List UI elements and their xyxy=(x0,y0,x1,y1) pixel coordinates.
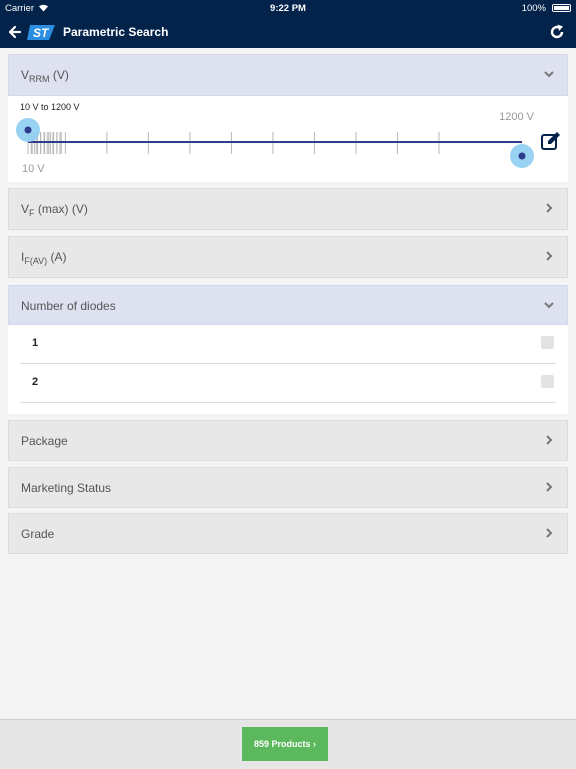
chevron-right-icon xyxy=(546,203,553,213)
nav-bar: ST Parametric Search xyxy=(0,17,576,48)
chevron-right-icon xyxy=(546,482,553,492)
vrrm-slider-panel: 10 V to 1200 V 1200 V 10 V xyxy=(8,96,568,182)
products-button-label: 859 Products xyxy=(253,739,311,749)
refresh-icon[interactable] xyxy=(548,23,566,41)
page-title: Parametric Search xyxy=(63,25,169,39)
slider-handle-low[interactable] xyxy=(16,118,40,142)
option-label: 1 xyxy=(32,337,39,349)
option-label: 2 xyxy=(32,376,39,388)
filter-package-header[interactable]: Package xyxy=(8,420,568,461)
chevron-right-icon xyxy=(546,251,553,261)
chevron-right-icon: › xyxy=(313,739,317,749)
clock: 9:22 PM xyxy=(270,3,306,14)
filter-ifav-header[interactable]: IF(AV) (A) xyxy=(8,236,568,278)
filter-grade-label: Grade xyxy=(21,527,55,541)
filter-vf-header[interactable]: VF (max) (V) xyxy=(8,188,568,230)
edit-icon[interactable] xyxy=(540,130,562,152)
chevron-right-icon xyxy=(546,528,553,538)
view-products-button[interactable]: 859 Products › xyxy=(242,727,328,761)
chevron-down-icon xyxy=(544,71,554,78)
vrrm-slider[interactable] xyxy=(8,96,538,182)
slider-handle-high[interactable] xyxy=(510,144,534,168)
st-logo-icon: ST xyxy=(27,25,55,40)
filter-package-label: Package xyxy=(21,434,68,448)
filter-diodes-label: Number of diodes xyxy=(21,299,116,313)
battery-icon xyxy=(552,4,571,12)
battery-percent: 100% xyxy=(521,3,546,14)
chevron-right-icon xyxy=(546,435,553,445)
filter-vrrm-header[interactable]: VRRM (V) xyxy=(8,54,568,96)
filter-ifav-label: IF(AV) (A) xyxy=(21,250,67,266)
filter-grade-header[interactable]: Grade xyxy=(8,513,568,554)
svg-text:ST: ST xyxy=(33,26,50,40)
back-arrow-icon[interactable] xyxy=(7,23,23,41)
diode-option-2[interactable]: 2 xyxy=(20,364,556,403)
filter-vrrm-label: VRRM (V) xyxy=(21,68,69,84)
footer-bar: 859 Products › xyxy=(0,719,576,769)
diode-option-1[interactable]: 1 xyxy=(20,325,556,364)
diodes-options-panel: 1 2 xyxy=(8,325,568,414)
chevron-down-icon xyxy=(544,302,554,309)
option-checkbox[interactable] xyxy=(541,375,554,388)
filter-marketing-status-label: Marketing Status xyxy=(21,481,112,495)
option-checkbox[interactable] xyxy=(541,336,554,349)
status-bar: Carrier 9:22 PM 100% xyxy=(0,0,576,17)
filter-marketing-status-header[interactable]: Marketing Status xyxy=(8,467,568,508)
filter-diodes-header[interactable]: Number of diodes xyxy=(8,285,568,325)
filter-vf-label: VF (max) (V) xyxy=(21,202,88,218)
app-header: Carrier 9:22 PM 100% ST Parametric Searc… xyxy=(0,0,576,48)
